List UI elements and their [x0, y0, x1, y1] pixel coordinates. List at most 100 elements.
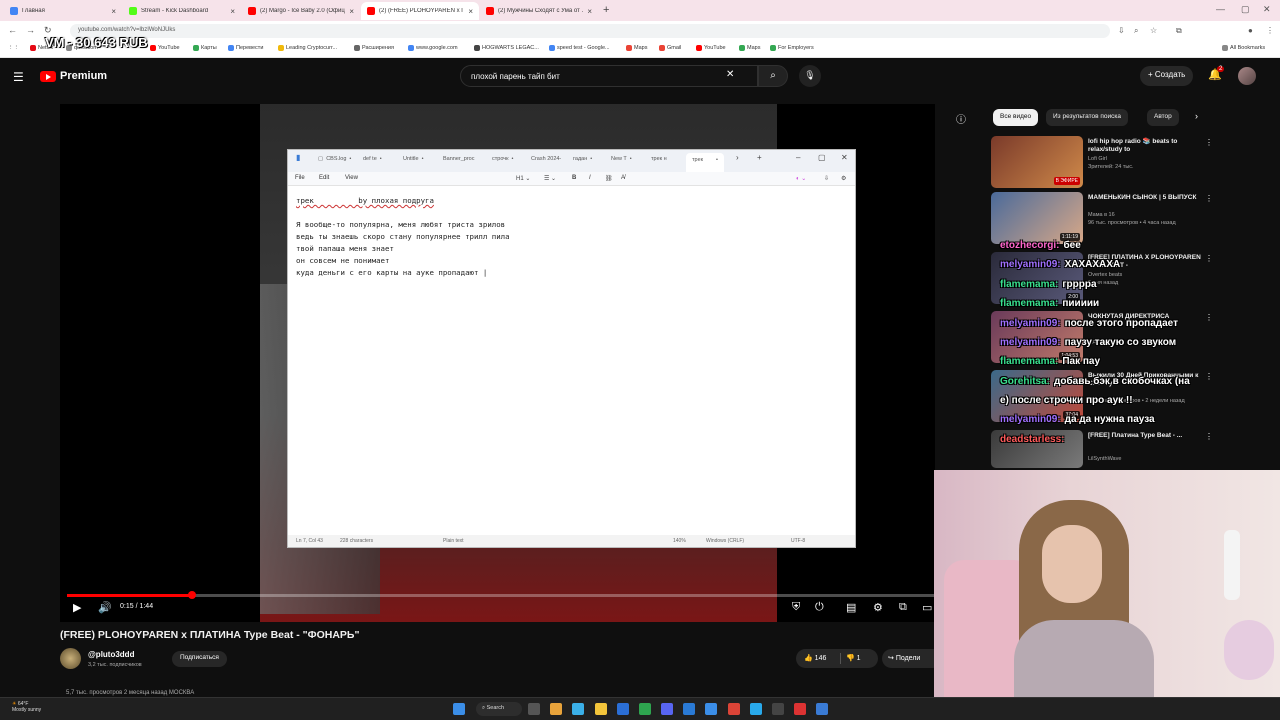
- bookmark-item[interactable]: Расширения: [354, 45, 394, 51]
- app-icon[interactable]: [617, 703, 629, 715]
- recommended-video[interactable]: В ЭФИРЕ lofi hip hop radio 📚 beats to re…: [991, 136, 1221, 188]
- zoom-icon[interactable]: ⌕: [1134, 26, 1138, 36]
- more-icon[interactable]: ⋮: [1205, 254, 1213, 263]
- notepad-tab[interactable]: Untitle •: [403, 156, 424, 162]
- app-icon[interactable]: [661, 703, 673, 715]
- browser-tab-active[interactable]: (2) (FREE) PLOHOYPAREN x ПЛАТИ... ×: [361, 2, 479, 20]
- more-icon[interactable]: ⋮: [1205, 138, 1213, 147]
- notepad-icon[interactable]: [816, 703, 828, 715]
- mail-icon[interactable]: [705, 703, 717, 715]
- menu-icon[interactable]: ☰: [13, 70, 24, 84]
- bookmark-item[interactable]: YouTube: [150, 45, 180, 51]
- weather-widget[interactable]: ☀ 64°F Mostly sunny: [12, 701, 41, 713]
- mic-button[interactable]: 🎙: [799, 65, 821, 87]
- browser-tab[interactable]: (2) Margo - Ice Baby 2.0 (Офиц... ×: [242, 2, 360, 20]
- gear-icon[interactable]: ⚙: [873, 601, 883, 614]
- avatar[interactable]: [1238, 67, 1256, 85]
- bookmark-item[interactable]: Карты: [193, 45, 217, 51]
- share-button[interactable]: ↪ Подели: [882, 649, 942, 668]
- chevron-right-icon[interactable]: ›: [1195, 111, 1198, 121]
- status-zoom[interactable]: 140%: [673, 538, 686, 544]
- bookmark-item[interactable]: www.google.com: [408, 45, 458, 51]
- folder-icon[interactable]: [595, 703, 607, 715]
- bold-icon[interactable]: B: [572, 175, 576, 181]
- app-icon[interactable]: [550, 703, 562, 715]
- progress-bar[interactable]: [67, 591, 935, 599]
- chevron-right-icon[interactable]: ›: [736, 153, 739, 162]
- dislike-button[interactable]: 👎 1: [846, 654, 861, 662]
- notepad-tab[interactable]: трек н: [651, 156, 667, 162]
- menu-edit[interactable]: Edit: [319, 175, 329, 181]
- close-icon[interactable]: ×: [587, 7, 592, 16]
- play-icon[interactable]: ▶: [73, 601, 81, 614]
- close-icon[interactable]: ×: [111, 7, 116, 16]
- bookmark-star-icon[interactable]: ☆: [1150, 26, 1157, 35]
- chip-from-search[interactable]: Из результатов поиска: [1046, 109, 1129, 126]
- close-icon[interactable]: ✕: [841, 153, 848, 162]
- heading-dropdown[interactable]: H1 ⌄: [516, 175, 530, 182]
- back-icon[interactable]: ←: [8, 25, 17, 35]
- bookmark-item[interactable]: For Employers: [770, 45, 814, 51]
- more-icon[interactable]: ⋮: [1205, 313, 1213, 322]
- notepad-tab-active[interactable]: трек •: [686, 153, 724, 172]
- maximize-icon[interactable]: ▢: [818, 153, 826, 162]
- chrome-icon[interactable]: [728, 703, 740, 715]
- settings-icon[interactable]: ⚙: [841, 175, 846, 182]
- menu-file[interactable]: File: [295, 175, 305, 181]
- notepad-tab[interactable]: New T •: [611, 156, 632, 162]
- download-icon[interactable]: ⇩: [824, 175, 829, 182]
- status-eol[interactable]: Windows (CRLF): [706, 538, 744, 544]
- close-window-icon[interactable]: ✕: [1263, 4, 1271, 15]
- list-icon[interactable]: ☰ ⌄: [544, 175, 556, 182]
- like-button[interactable]: 👍 146: [804, 654, 826, 662]
- status-encoding[interactable]: UTF-8: [791, 538, 805, 544]
- extensions-icon[interactable]: ⧉: [1176, 26, 1182, 36]
- scrubber-handle[interactable]: [187, 591, 196, 599]
- notepad-editor[interactable]: трек by плохая подруга Я вообще-то попул…: [296, 195, 510, 279]
- more-icon[interactable]: ⋮: [1205, 372, 1213, 381]
- channel-avatar[interactable]: [60, 648, 81, 669]
- theater-icon[interactable]: ▭: [922, 601, 932, 614]
- close-icon[interactable]: ×: [349, 7, 354, 16]
- edge-icon[interactable]: [683, 703, 695, 715]
- profile-icon[interactable]: ●: [1248, 26, 1253, 35]
- start-icon[interactable]: [453, 703, 465, 715]
- italic-icon[interactable]: I: [589, 175, 591, 181]
- more-icon[interactable]: ⋮: [1205, 194, 1213, 203]
- taskbar-search[interactable]: ⌕ Search: [476, 702, 522, 716]
- youtube-logo[interactable]: Premium: [40, 70, 107, 82]
- link-icon[interactable]: ⛓: [605, 175, 613, 182]
- forward-icon[interactable]: →: [26, 25, 35, 35]
- bookmark-item[interactable]: HOGWARTS LEGAC...: [474, 45, 539, 51]
- subtitles-icon[interactable]: ▤: [846, 601, 856, 614]
- browser-tab[interactable]: Главная ×: [4, 2, 122, 20]
- search-input[interactable]: плохой парень тайп бит: [460, 65, 758, 87]
- channel-name[interactable]: @pluto3ddd: [88, 650, 134, 659]
- subscribe-button[interactable]: Подписаться: [172, 651, 227, 667]
- close-icon[interactable]: ×: [468, 7, 473, 16]
- notepad-tab[interactable]: def te •: [363, 156, 382, 162]
- app-icon[interactable]: [572, 703, 584, 715]
- new-tab-icon[interactable]: +: [603, 4, 609, 16]
- maximize-icon[interactable]: ▢: [1241, 4, 1250, 15]
- create-button[interactable]: + Создать: [1140, 66, 1194, 86]
- miniplayer-icon[interactable]: ⧉: [899, 601, 907, 614]
- bookmark-item[interactable]: Leading Cryptocurr...: [278, 45, 337, 51]
- shield-icon[interactable]: ⛨: [792, 601, 800, 614]
- info-icon[interactable]: ⓘ: [956, 111, 966, 126]
- url-field[interactable]: youtube.com/watch?v=lbzIWoNJUks: [70, 24, 1110, 38]
- task-view-icon[interactable]: [528, 703, 540, 715]
- menu-dots-icon[interactable]: ⋮: [1266, 26, 1274, 35]
- recommended-video[interactable]: 1:11:19 МАМЕНЬКИН СЫНОК | 5 ВЫПУСК Мама …: [991, 192, 1221, 244]
- bookmark-item[interactable]: Gmail: [659, 45, 681, 51]
- copilot-icon[interactable]: ◐ ⌄: [796, 175, 806, 182]
- clear-format-icon[interactable]: A̸: [621, 175, 625, 181]
- bookmark-item[interactable]: Maps: [626, 45, 647, 51]
- notepad-tab[interactable]: Banner_proc: [443, 156, 475, 162]
- app-icon[interactable]: [639, 703, 651, 715]
- browser-tab[interactable]: (2) Мужчины Сходят с Ума от ... ×: [480, 2, 598, 20]
- telegram-icon[interactable]: [750, 703, 762, 715]
- notepad-tab[interactable]: гадан •: [573, 156, 592, 162]
- new-tab-icon[interactable]: +: [757, 153, 762, 162]
- bookmark-item[interactable]: Перевести: [228, 45, 263, 51]
